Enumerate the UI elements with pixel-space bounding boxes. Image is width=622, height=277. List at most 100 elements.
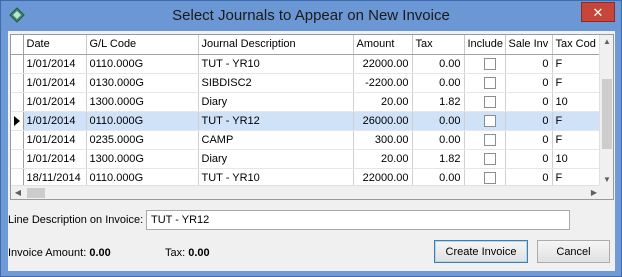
cell-sale-inv[interactable]: 0 bbox=[505, 130, 553, 150]
include-checkbox[interactable] bbox=[483, 152, 496, 165]
scroll-up-icon[interactable]: ▲ bbox=[600, 35, 613, 49]
column-header-sale-inv[interactable]: Sale Inv bbox=[505, 35, 553, 55]
column-header-include[interactable]: Include bbox=[464, 35, 506, 55]
cell-date[interactable]: 1/01/2014 bbox=[23, 149, 87, 169]
journal-table: Date G/L Code Journal Description Amount… bbox=[11, 35, 602, 188]
cell-tax[interactable]: 1.82 bbox=[412, 149, 465, 169]
include-checkbox[interactable] bbox=[483, 76, 496, 89]
dialog-body: Date G/L Code Journal Description Amount… bbox=[8, 31, 615, 271]
row-indicator[interactable] bbox=[11, 54, 24, 74]
cell-tax[interactable]: 0.00 bbox=[412, 73, 465, 93]
cell-tax-code[interactable]: F bbox=[552, 130, 602, 150]
cell-sale-inv[interactable]: 0 bbox=[505, 92, 553, 112]
column-header-date[interactable]: Date bbox=[23, 35, 87, 55]
include-checkbox[interactable] bbox=[483, 133, 496, 146]
cell-sale-inv[interactable]: 0 bbox=[505, 54, 553, 74]
cancel-button[interactable]: Cancel bbox=[537, 240, 610, 263]
tax-amount: Tax: 0.00 bbox=[165, 247, 210, 259]
column-header-amount[interactable]: Amount bbox=[353, 35, 413, 55]
cell-include bbox=[464, 111, 506, 131]
table-row[interactable]: 1/01/2014 0110.000G TUT - YR10 22000.00 0.00… bbox=[11, 54, 602, 74]
cell-tax-code[interactable]: F bbox=[552, 54, 602, 74]
close-button[interactable]: ✕ bbox=[581, 2, 615, 22]
line-description-label: Line Description on Invoice: bbox=[8, 214, 144, 226]
cell-tax-code[interactable]: F bbox=[552, 111, 602, 131]
cell-journal-description[interactable]: SIBDISC2 bbox=[198, 73, 354, 93]
cell-gl-code[interactable]: 1300.000G bbox=[86, 92, 199, 112]
cell-gl-code[interactable]: 0110.000G bbox=[86, 111, 199, 131]
cell-date[interactable]: 1/01/2014 bbox=[23, 73, 87, 93]
line-description-input[interactable] bbox=[146, 210, 570, 230]
current-row-arrow-icon bbox=[14, 115, 20, 126]
grid-header-row: Date G/L Code Journal Description Amount… bbox=[11, 35, 602, 55]
include-checkbox[interactable] bbox=[483, 171, 496, 184]
table-row[interactable]: 1/01/2014 1300.000G Diary 20.00 1.82 0 10 bbox=[11, 92, 602, 112]
scrollbar-corner bbox=[599, 185, 613, 199]
row-indicator[interactable] bbox=[11, 130, 24, 150]
include-checkbox[interactable] bbox=[483, 95, 496, 108]
create-invoice-button[interactable]: Create Invoice bbox=[434, 240, 528, 263]
cell-gl-code[interactable]: 0110.000G bbox=[86, 54, 199, 74]
row-indicator[interactable] bbox=[11, 111, 24, 131]
cell-sale-inv[interactable]: 0 bbox=[505, 73, 553, 93]
tax-value: 0.00 bbox=[188, 247, 210, 259]
close-icon: ✕ bbox=[592, 4, 604, 20]
cell-date[interactable]: 1/01/2014 bbox=[23, 54, 87, 74]
cell-journal-description[interactable]: Diary bbox=[198, 149, 354, 169]
cell-tax-code[interactable]: F bbox=[552, 73, 602, 93]
cell-gl-code[interactable]: 0235.000G bbox=[86, 130, 199, 150]
column-header-tax[interactable]: Tax bbox=[412, 35, 465, 55]
cell-amount[interactable]: 22000.00 bbox=[353, 54, 413, 74]
cell-tax-code[interactable]: 10 bbox=[552, 149, 602, 169]
horizontal-scroll-thumb[interactable] bbox=[27, 188, 45, 198]
invoice-amount-label: Invoice Amount: bbox=[8, 247, 87, 259]
row-indicator[interactable] bbox=[11, 149, 24, 169]
cell-date[interactable]: 1/01/2014 bbox=[23, 92, 87, 112]
scroll-left-icon[interactable]: ◀ bbox=[11, 186, 25, 199]
title-bar[interactable]: Select Journals to Appear on New Invoice… bbox=[1, 1, 621, 31]
cell-gl-code[interactable]: 1300.000G bbox=[86, 149, 199, 169]
window-title: Select Journals to Appear on New Invoice bbox=[172, 7, 450, 24]
cell-gl-code[interactable]: 0130.000G bbox=[86, 73, 199, 93]
row-indicator[interactable] bbox=[11, 92, 24, 112]
cell-tax[interactable]: 0.00 bbox=[412, 130, 465, 150]
table-row[interactable]: 1/01/2014 0235.000G CAMP 300.00 0.00 0 F bbox=[11, 130, 602, 150]
cell-include bbox=[464, 149, 506, 169]
cell-journal-description[interactable]: TUT - YR12 bbox=[198, 111, 354, 131]
column-header-journal-description[interactable]: Journal Description bbox=[198, 35, 354, 55]
cell-tax[interactable]: 0.00 bbox=[412, 111, 465, 131]
cell-amount[interactable]: 300.00 bbox=[353, 130, 413, 150]
vertical-scroll-thumb[interactable] bbox=[602, 79, 612, 149]
tax-label: Tax: bbox=[165, 247, 186, 259]
cell-include bbox=[464, 73, 506, 93]
cell-tax[interactable]: 0.00 bbox=[412, 54, 465, 74]
cell-journal-description[interactable]: CAMP bbox=[198, 130, 354, 150]
journal-grid[interactable]: Date G/L Code Journal Description Amount… bbox=[10, 34, 614, 200]
cell-journal-description[interactable]: Diary bbox=[198, 92, 354, 112]
cell-date[interactable]: 1/01/2014 bbox=[23, 111, 87, 131]
include-checkbox[interactable] bbox=[483, 57, 496, 70]
cell-tax[interactable]: 1.82 bbox=[412, 92, 465, 112]
table-row[interactable]: 1/01/2014 1300.000G Diary 20.00 1.82 0 10 bbox=[11, 149, 602, 169]
table-row[interactable]: 1/01/2014 0130.000G SIBDISC2 -2200.00 0.00 0 F bbox=[11, 73, 602, 93]
cell-include bbox=[464, 130, 506, 150]
include-checkbox[interactable] bbox=[483, 114, 496, 127]
cell-amount[interactable]: 26000.00 bbox=[353, 111, 413, 131]
column-header-gl-code[interactable]: G/L Code bbox=[86, 35, 199, 55]
cell-sale-inv[interactable]: 0 bbox=[505, 111, 553, 131]
cell-date[interactable]: 1/01/2014 bbox=[23, 130, 87, 150]
cell-include bbox=[464, 92, 506, 112]
cell-sale-inv[interactable]: 0 bbox=[505, 149, 553, 169]
cell-journal-description[interactable]: TUT - YR10 bbox=[198, 54, 354, 74]
row-indicator[interactable] bbox=[11, 73, 24, 93]
invoice-amount-value: 0.00 bbox=[89, 247, 111, 259]
row-indicator-header bbox=[11, 35, 24, 55]
cell-tax-code[interactable]: 10 bbox=[552, 92, 602, 112]
column-header-tax-code[interactable]: Tax Cod bbox=[552, 35, 602, 55]
cell-amount[interactable]: 20.00 bbox=[353, 92, 413, 112]
cell-amount[interactable]: -2200.00 bbox=[353, 73, 413, 93]
table-row[interactable]: 1/01/2014 0110.000G TUT - YR12 26000.00 0.00… bbox=[11, 111, 602, 131]
cell-amount[interactable]: 20.00 bbox=[353, 149, 413, 169]
vertical-scrollbar[interactable]: ▲ ▼ bbox=[599, 35, 613, 187]
horizontal-scrollbar[interactable]: ◀ ▶ bbox=[11, 185, 601, 199]
